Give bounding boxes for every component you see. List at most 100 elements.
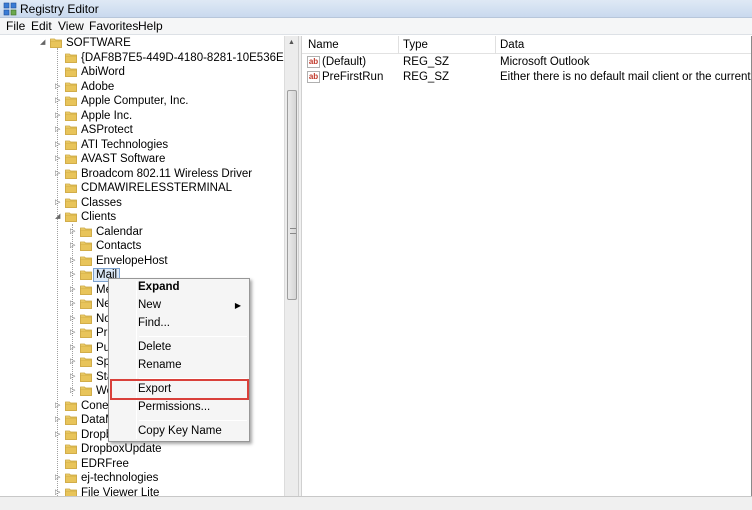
scrollbar-thumb[interactable]: [287, 90, 297, 300]
menu-item-delete[interactable]: Delete: [111, 339, 247, 357]
expand-arrow-icon[interactable]: ▷: [55, 471, 63, 485]
folder-icon: [65, 168, 77, 179]
string-value-icon: ab: [307, 56, 320, 68]
folder-icon: [65, 414, 77, 425]
menu-item-find[interactable]: Find...: [111, 315, 247, 333]
folder-icon: [65, 472, 77, 483]
tree-item[interactable]: CDMAWIRELESSTERMINAL: [0, 181, 284, 196]
expand-arrow-icon[interactable]: ▷: [55, 399, 63, 413]
folder-icon: [50, 37, 62, 48]
tree-item[interactable]: ▷ ATI Technologies: [0, 138, 284, 153]
menu-view[interactable]: View: [56, 19, 86, 33]
scroll-up-icon[interactable]: ▲: [288, 39, 295, 46]
expand-arrow-icon[interactable]: ▷: [55, 152, 63, 166]
menu-item-label: Permissions...: [138, 401, 211, 413]
expand-arrow-icon[interactable]: ▷: [55, 428, 63, 442]
tree-item[interactable]: ▷ Apple Computer, Inc.: [0, 94, 284, 109]
context-menu: Expand New ▶ Find... Delete Rename Export…: [108, 278, 250, 442]
expand-arrow-icon[interactable]: ▷: [70, 254, 78, 268]
tree-item-label: ASProtect: [81, 124, 133, 136]
tree-item[interactable]: ▷ AVAST Software: [0, 152, 284, 167]
tree-item[interactable]: ▷ File Viewer Lite: [0, 486, 284, 497]
tree-item-child[interactable]: ▷ Calendar: [0, 225, 284, 240]
tree-item[interactable]: EDRFree: [0, 457, 284, 472]
menu-bar: File Edit View Favorites Help: [0, 18, 752, 35]
registry-values-list[interactable]: Name Type Data ab (Default) REG_SZ Micro…: [302, 36, 752, 496]
expand-arrow-icon[interactable]: ▷: [70, 384, 78, 398]
expand-arrow-icon[interactable]: ▷: [70, 239, 78, 253]
expand-arrow-icon[interactable]: ▷: [70, 341, 78, 355]
tree-item[interactable]: ▷ ej-technologies: [0, 471, 284, 486]
tree-item-label: CDMAWIRELESSTERMINAL: [81, 182, 233, 194]
tree-item[interactable]: ▷ Classes: [0, 196, 284, 211]
menu-help[interactable]: Help: [136, 19, 165, 33]
menu-item-export[interactable]: Export: [110, 379, 249, 400]
folder-icon: [65, 124, 77, 135]
expand-arrow-icon[interactable]: ▷: [70, 370, 78, 384]
tree-item-label: DropboxUpdate: [81, 443, 162, 455]
value-row[interactable]: ab (Default) REG_SZ Microsoft Outlook: [302, 55, 751, 71]
folder-icon: [80, 313, 92, 324]
column-divider[interactable]: [398, 36, 399, 54]
folder-icon: [80, 269, 92, 280]
folder-icon: [65, 139, 77, 150]
folder-icon: [80, 284, 92, 295]
tree-item[interactable]: {DAF8B7E5-449D-4180-8281-10E536E597F2}: [0, 51, 298, 66]
expand-arrow-icon[interactable]: ▷: [70, 326, 78, 340]
expand-arrow-icon[interactable]: ▷: [55, 138, 63, 152]
expand-arrow-icon[interactable]: ▷: [70, 268, 78, 282]
folder-icon: [65, 211, 77, 222]
column-divider[interactable]: [495, 36, 496, 54]
folder-icon: [80, 226, 92, 237]
menu-item-rename[interactable]: Rename: [111, 357, 247, 375]
tree-item-label: EDRFree: [81, 457, 129, 470]
expand-arrow-icon[interactable]: ▷: [55, 196, 63, 210]
column-header-type[interactable]: Type: [403, 39, 428, 51]
tree-item[interactable]: ▷ Apple Inc.: [0, 109, 284, 124]
menu-item-new[interactable]: New ▶: [111, 297, 247, 315]
tree-item-label: Apple Computer, Inc.: [81, 95, 189, 107]
expand-arrow-icon[interactable]: ▷: [55, 109, 63, 123]
expand-arrow-icon[interactable]: ▷: [55, 123, 63, 137]
tree-item-label: AbiWord: [81, 66, 125, 78]
menu-item-label: Rename: [138, 359, 182, 371]
expand-arrow-icon[interactable]: ▷: [70, 283, 78, 297]
tree-item-label: File Viewer Lite: [81, 486, 160, 497]
tree-item[interactable]: AbiWord: [0, 65, 284, 80]
collapse-arrow-icon[interactable]: ◢: [40, 36, 48, 50]
menu-file[interactable]: File: [4, 19, 27, 33]
expand-arrow-icon[interactable]: ▷: [55, 80, 63, 94]
menu-item-permissions[interactable]: Permissions...: [111, 399, 247, 417]
expand-arrow-icon[interactable]: ▷: [55, 486, 63, 497]
tree-item[interactable]: ▷ Adobe: [0, 80, 284, 95]
column-header-name[interactable]: Name: [308, 39, 339, 51]
expand-arrow-icon[interactable]: ▷: [70, 355, 78, 369]
submenu-arrow-icon: ▶: [234, 301, 241, 310]
tree-item[interactable]: ▷ Broadcom 802.11 Wireless Driver: [0, 167, 284, 182]
menu-item-expand[interactable]: Expand: [111, 279, 247, 297]
list-header: Name Type Data: [302, 36, 751, 54]
expand-arrow-icon[interactable]: ▷: [70, 297, 78, 311]
expand-arrow-icon[interactable]: ▷: [55, 167, 63, 181]
folder-icon: [80, 342, 92, 353]
collapse-arrow-icon[interactable]: ◢: [55, 210, 63, 224]
menu-item-copy-key-name[interactable]: Copy Key Name: [111, 423, 247, 441]
expand-arrow-icon[interactable]: ▷: [70, 312, 78, 326]
window-title: Registry Editor: [20, 2, 99, 16]
tree-item[interactable]: DropboxUpdate: [0, 442, 284, 457]
menu-edit[interactable]: Edit: [29, 19, 54, 33]
tree-item[interactable]: ▷ ASProtect: [0, 123, 284, 138]
tree-item-child[interactable]: ▷ EnvelopeHost: [0, 254, 284, 269]
folder-icon: [80, 255, 92, 266]
tree-item-child[interactable]: ▷ Contacts: [0, 239, 284, 254]
expand-arrow-icon[interactable]: ▷: [55, 94, 63, 108]
tree-item-software[interactable]: ◢ SOFTWARE: [0, 36, 284, 51]
expand-arrow-icon[interactable]: ▷: [55, 413, 63, 427]
expand-arrow-icon[interactable]: ▷: [70, 225, 78, 239]
value-row[interactable]: ab PreFirstRun REG_SZ Either there is no…: [302, 70, 752, 86]
tree-scrollbar[interactable]: ▲: [284, 36, 298, 496]
menu-favorites[interactable]: Favorites: [87, 19, 140, 33]
tree-item[interactable]: ◢ Clients: [0, 210, 284, 225]
column-header-data[interactable]: Data: [500, 39, 524, 51]
grip-icon: [290, 228, 296, 234]
